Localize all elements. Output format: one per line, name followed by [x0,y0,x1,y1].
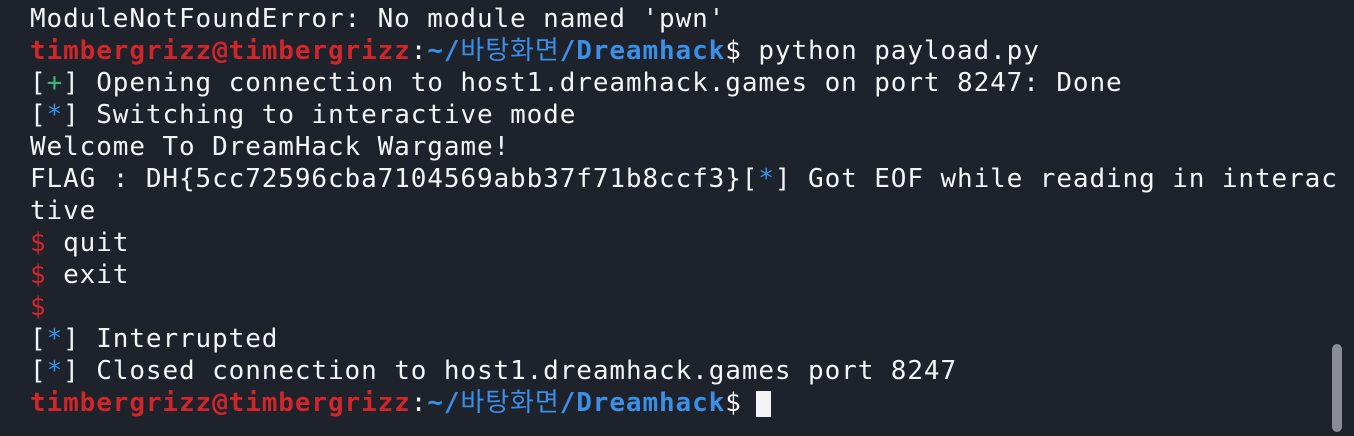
terminal-line-shell-input: $ exit [30,259,1330,291]
output-text: tive [30,196,97,226]
terminal-line-status: [*] Switching to interactive mode [30,99,1330,131]
shell-dollar: $ [30,260,47,290]
prompt-path-home: ~/ [427,388,461,418]
status-text: Closed connection to host1.dreamhack.gam… [79,356,958,386]
terminal-window[interactable]: ModuleNotFoundError: No module named 'pw… [0,0,1354,436]
status-bracket-open: [ [30,100,47,130]
status-text: Got EOF while reading in interac [791,164,1338,194]
shell-dollar: $ [30,228,47,258]
status-text: Switching to interactive mode [79,100,577,130]
shell-dollar: $ [30,292,47,322]
prompt-user-host: timbergrizz@timbergrizz [30,36,411,66]
terminal-line-output: Welcome To DreamHack Wargame! [30,131,1330,163]
status-bracket-open: [ [741,164,759,194]
terminal-line-status: [*] Interrupted [30,323,1330,355]
terminal-line-prompt-command: timbergrizz@timbergrizz:~/바탕화면/Dreamhack… [30,35,1330,67]
status-bracket-close: ] [63,68,80,98]
status-text: Interrupted [79,324,279,354]
prompt-dollar: $ [725,388,742,418]
prompt-path-dir: /Dreamhack [559,388,726,418]
prompt-separator: : [410,36,428,66]
status-text: Opening connection to host1.dreamhack.ga… [79,68,1123,98]
terminal-line-shell-input: $ quit [30,227,1330,259]
terminal-line-wrap: tive [30,195,1330,227]
terminal-output[interactable]: ModuleNotFoundError: No module named 'pw… [30,3,1337,419]
star-marker-icon: * [46,356,64,386]
status-bracket-open: [ [30,324,47,354]
status-bracket-open: [ [30,356,47,386]
prompt-dollar: $ [725,36,742,66]
prompt-path-dir: /Dreamhack [559,36,726,66]
status-bracket-close: ] [774,164,792,194]
error-text: ModuleNotFoundError: No module named 'pw… [30,4,726,34]
terminal-line-status: [*] Closed connection to host1.dreamhack… [30,355,1330,387]
status-bracket-close: ] [63,324,80,354]
prompt-separator: : [410,388,428,418]
terminal-line-flag: FLAG : DH{5cc72596cba7104569abb37f71b8cc… [30,163,1337,195]
prompt-user-host: timbergrizz@timbergrizz [30,388,411,418]
flag-text: FLAG : DH{5cc72596cba7104569abb37f71b8cc… [30,164,742,194]
star-marker-icon: * [46,324,64,354]
status-bracket-close: ] [63,100,80,130]
shell-input-text: quit [46,228,130,258]
status-bracket-close: ] [63,356,80,386]
prompt-path-korean: 바탕화면 [460,388,560,418]
star-marker-icon: * [758,164,775,194]
status-bracket-open: [ [30,68,47,98]
terminal-line-status: [+] Opening connection to host1.dreamhac… [30,67,1330,99]
shell-input-text: exit [46,260,130,290]
star-marker-icon: * [46,100,64,130]
terminal-line-prompt-active[interactable]: timbergrizz@timbergrizz:~/바탕화면/Dreamhack… [30,387,1330,419]
terminal-line-shell-input: $ [30,291,1330,323]
block-cursor-icon [755,390,771,417]
scrollbar-thumb[interactable] [1332,344,1342,432]
prompt-path-korean: 바탕화면 [460,36,560,66]
prompt-path-home: ~/ [427,36,461,66]
command-text: python payload.py [741,36,1040,66]
plus-marker-icon: + [46,68,64,98]
output-text: Welcome To DreamHack Wargame! [30,132,511,162]
terminal-line-error: ModuleNotFoundError: No module named 'pw… [30,3,1330,35]
